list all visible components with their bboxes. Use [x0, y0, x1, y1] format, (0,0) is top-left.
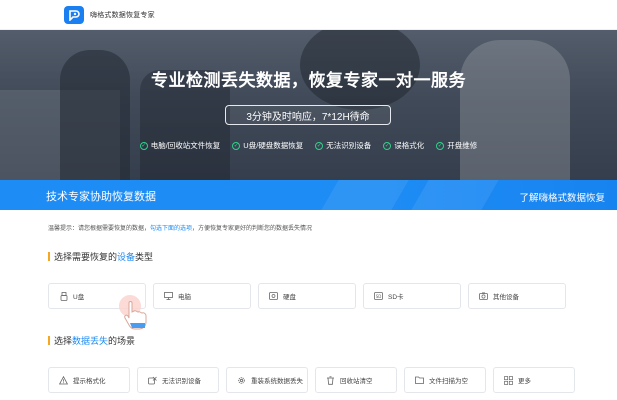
device-option-other[interactable]: 其他设备 [468, 283, 566, 309]
logo-icon[interactable] [64, 5, 84, 24]
device-option-computer[interactable]: 电脑 [153, 283, 251, 309]
trash-icon [326, 375, 335, 385]
feature-item: ✓ 电脑/回收站文件恢复 [139, 141, 221, 150]
device-section-title: 选择需要恢复的 设备 类型 [48, 250, 153, 263]
feature-item: ✓ 无法识别设备 [315, 141, 372, 150]
top-bar: 嗨格式数据恢复专家 [0, 0, 617, 30]
hero-title: 专业检测丢失数据，恢复专家一对一服务 [151, 71, 466, 90]
hint-text: 温馨提示：请您根据需要恢复的数据，勾选下面的选项，方便恢复专家更好的判断您的数据… [48, 226, 313, 232]
brand-name[interactable]: 嗨格式数据恢复专家 [90, 10, 155, 20]
scene-option-recycle-bin[interactable]: 回收站清空 [315, 367, 397, 393]
feature-list: ✓ 电脑/回收站文件恢复 ✓ U盘/硬盘数据恢复 ✓ 无法识别设备 ✓ 误格式化 ✓ 开盘… [0, 140, 617, 151]
device-option-sdcard[interactable]: SD SD卡 [363, 283, 461, 309]
scene-section-title: 选择 数据丢失 的场景 [48, 334, 135, 347]
scene-option-empty-scan[interactable]: 文件扫描为空 [404, 367, 486, 393]
usb-drive-icon [59, 291, 68, 301]
check-icon: ✓ [436, 141, 445, 150]
sd-card-icon: SD [374, 292, 383, 301]
feature-item: ✓ 误格式化 [383, 141, 425, 150]
device-option-harddisk[interactable]: 硬盘 [258, 283, 356, 309]
scene-options: 提示格式化 无法识别设备 重装系统数据丢失 回收站清空 文件扫描为空 更多 [48, 367, 575, 393]
pointer-hand-icon [119, 295, 147, 330]
banner-title: 技术专家协助恢复数据 [46, 191, 156, 203]
check-icon: ✓ [383, 141, 392, 150]
response-time-pill: 3分钟及时响应，7*12H待命 [225, 105, 391, 125]
scene-option-format-prompt[interactable]: 提示格式化 [48, 367, 130, 393]
check-icon: ✓ [315, 141, 324, 150]
check-icon: ✓ [139, 141, 148, 150]
hint-link: 勾选下面的选项 [150, 226, 193, 232]
gear-icon [237, 376, 246, 385]
learn-more-link[interactable]: 了解嗨格式数据恢复 [519, 190, 605, 204]
expert-banner: 技术专家协助恢复数据 了解嗨格式数据恢复 [0, 180, 617, 210]
feature-item: ✓ U盘/硬盘数据恢复 [232, 141, 304, 150]
feature-item: ✓ 开盘维修 [436, 141, 478, 150]
scene-option-reinstall[interactable]: 重装系统数据丢失 [226, 367, 308, 393]
warning-icon [59, 375, 68, 385]
folder-icon [415, 376, 424, 385]
monitor-icon [164, 292, 173, 301]
hero-banner: 专业检测丢失数据，恢复专家一对一服务 3分钟及时响应，7*12H待命 ✓ 电脑/回… [0, 30, 617, 180]
unrecognized-device-icon [148, 376, 157, 385]
camera-icon [479, 292, 488, 301]
check-icon: ✓ [232, 141, 241, 150]
more-icon [504, 375, 513, 385]
hard-disk-icon [269, 292, 278, 301]
scene-option-unrecognized[interactable]: 无法识别设备 [137, 367, 219, 393]
svg-text:SD: SD [376, 294, 382, 299]
scene-option-more[interactable]: 更多 [493, 367, 575, 393]
